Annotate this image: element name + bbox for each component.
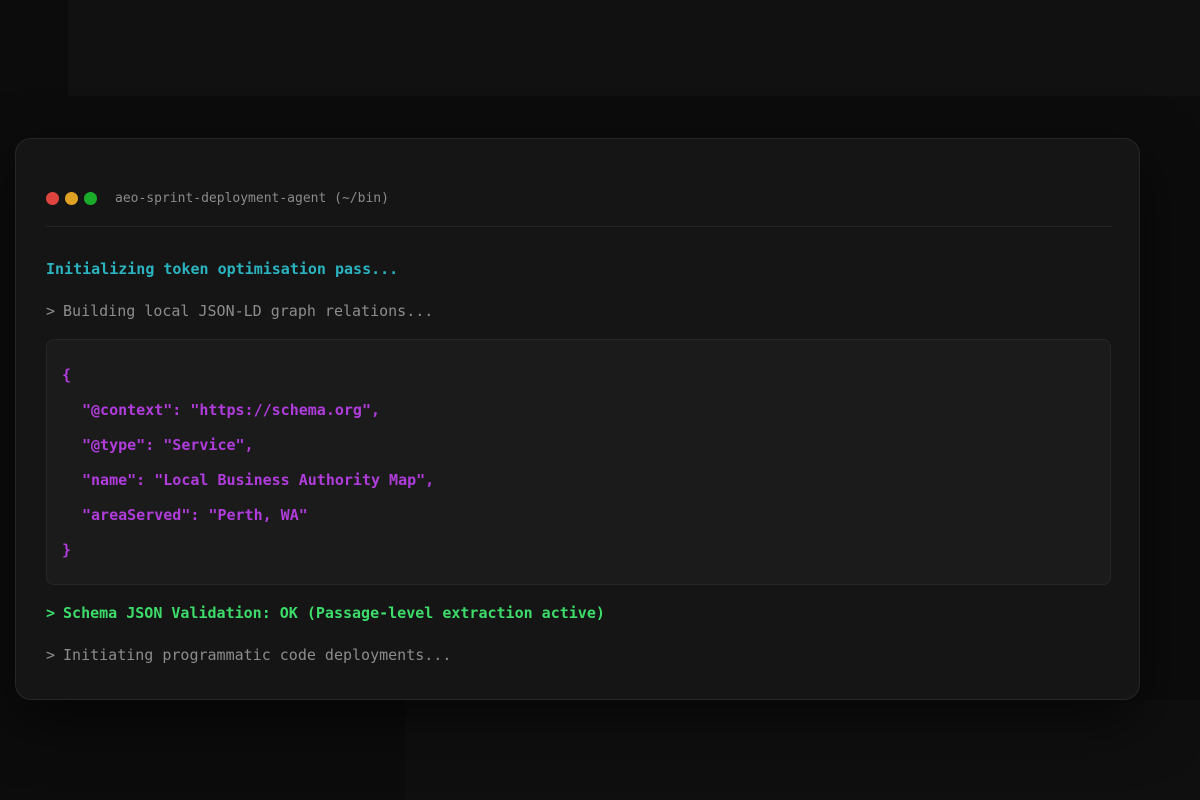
log-line-init: Initializing token optimisation pass... [46, 260, 399, 278]
prompt-icon: > [46, 646, 56, 664]
log-line-build: > Building local JSON-LD graph relations.… [46, 301, 433, 321]
code-line: { [62, 366, 72, 384]
json-ld-code-block: { "@context": "https://schema.org", "@ty… [46, 339, 1111, 585]
code-line: } [62, 541, 72, 559]
code-line: "name": "Local Business Authority Map", [82, 471, 435, 489]
prompt-icon: > [46, 302, 56, 320]
log-line-validation: > Schema JSON Validation: OK (Passage-lev… [46, 603, 605, 623]
code-line: "@context": "https://schema.org", [82, 401, 381, 419]
background-panel-top [68, 0, 1200, 96]
maximize-window-button[interactable] [84, 191, 97, 205]
title-separator [46, 226, 1112, 227]
close-window-button[interactable] [46, 191, 59, 205]
background-panel-bottom [405, 700, 1200, 800]
title-bar: aeo-sprint-deployment-agent (~/bin) [46, 183, 1112, 213]
minimize-window-button[interactable] [65, 191, 78, 205]
prompt-icon: > [46, 604, 56, 622]
log-line-deploy: > Initiating programmatic code deployment… [46, 645, 451, 665]
log-line-deploy-text: Initiating programmatic code deployments… [63, 646, 452, 664]
log-line-build-text: Building local JSON-LD graph relations..… [63, 302, 434, 320]
window-title: aeo-sprint-deployment-agent (~/bin) [115, 190, 389, 206]
log-line-validation-text: Schema JSON Validation: OK (Passage-leve… [63, 604, 605, 622]
terminal-window: aeo-sprint-deployment-agent (~/bin) Init… [15, 138, 1140, 700]
code-line: "areaServed": "Perth, WA" [82, 506, 308, 524]
code-line: "@type": "Service", [82, 436, 254, 454]
